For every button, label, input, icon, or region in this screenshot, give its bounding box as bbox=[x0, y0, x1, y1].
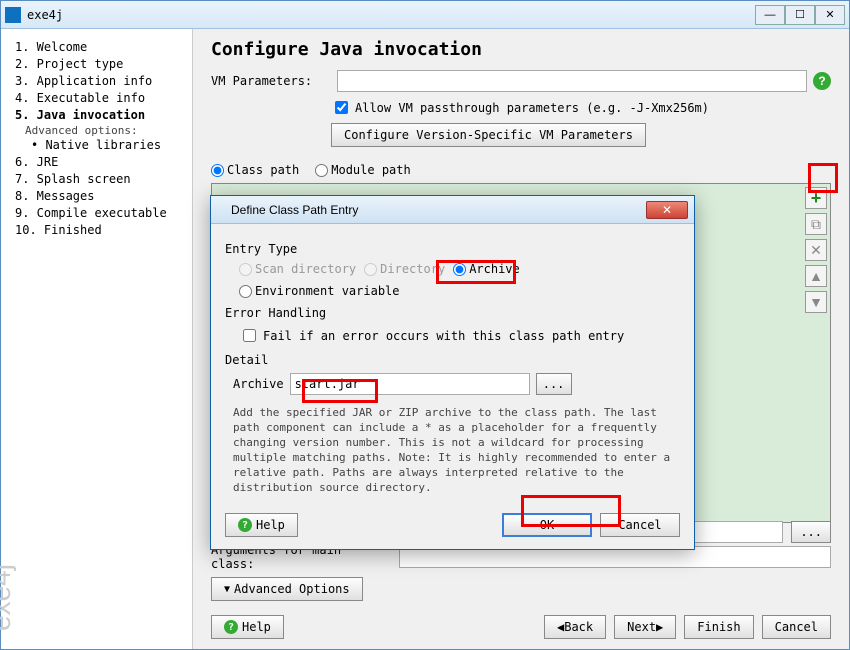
archive-field-label: Archive bbox=[233, 377, 284, 391]
ok-button[interactable]: OK bbox=[502, 513, 592, 537]
page-title: Configure Java invocation bbox=[211, 39, 831, 60]
detail-label: Detail bbox=[225, 353, 680, 367]
class-path-radio[interactable]: Class path bbox=[211, 163, 299, 177]
directory-radio: Directory bbox=[364, 262, 445, 276]
allow-passthrough-label: Allow VM passthrough parameters (e.g. -J… bbox=[355, 101, 709, 115]
archive-input[interactable] bbox=[290, 373, 530, 395]
maximize-button[interactable] bbox=[785, 5, 815, 25]
copy-icon[interactable]: ⧉ bbox=[805, 213, 827, 235]
close-button[interactable] bbox=[815, 5, 845, 25]
dialog-close-button[interactable]: ✕ bbox=[646, 201, 688, 219]
step-application-info[interactable]: 3. Application info bbox=[15, 73, 192, 90]
module-path-radio[interactable]: Module path bbox=[315, 163, 410, 177]
step-compile-executable[interactable]: 9. Compile executable bbox=[15, 205, 192, 222]
fail-on-error-checkbox[interactable] bbox=[243, 329, 256, 342]
app-icon bbox=[217, 203, 231, 217]
dialog-help-button[interactable]: ?Help bbox=[225, 513, 298, 537]
chevron-down-icon: ▼ bbox=[224, 584, 230, 595]
titlebar: exe4j bbox=[1, 1, 849, 29]
archive-radio[interactable]: Archive bbox=[453, 262, 520, 276]
define-classpath-dialog: Define Class Path Entry ✕ Entry Type Sca… bbox=[210, 195, 695, 550]
step-finished[interactable]: 10. Finished bbox=[15, 222, 192, 239]
step-java-invocation[interactable]: 5. Java invocation bbox=[15, 107, 192, 124]
advanced-options-button[interactable]: ▼Advanced Options bbox=[211, 577, 363, 601]
step-jre[interactable]: 6. JRE bbox=[15, 154, 192, 171]
window-title: exe4j bbox=[27, 8, 755, 22]
help-button[interactable]: ?Help bbox=[211, 615, 284, 639]
step-welcome[interactable]: 1. Welcome bbox=[15, 39, 192, 56]
move-up-icon[interactable]: ▲ bbox=[805, 265, 827, 287]
browse-button[interactable]: ... bbox=[536, 373, 572, 395]
environment-variable-radio[interactable]: Environment variable bbox=[239, 284, 400, 298]
step-splash-screen[interactable]: 7. Splash screen bbox=[15, 171, 192, 188]
add-icon[interactable]: + bbox=[805, 187, 827, 209]
allow-passthrough-checkbox[interactable] bbox=[335, 101, 348, 114]
step-executable-info[interactable]: 4. Executable info bbox=[15, 90, 192, 107]
description-text: Add the specified JAR or ZIP archive to … bbox=[233, 405, 673, 495]
advanced-options-label: Advanced options: bbox=[25, 124, 192, 137]
main-class-browse-button[interactable]: ... bbox=[791, 521, 831, 543]
step-messages[interactable]: 8. Messages bbox=[15, 188, 192, 205]
vm-parameters-input[interactable] bbox=[337, 70, 807, 92]
minimize-button[interactable] bbox=[755, 5, 785, 25]
dialog-title: Define Class Path Entry bbox=[231, 203, 646, 217]
brand-watermark: exe4j bbox=[0, 564, 17, 631]
error-handling-label: Error Handling bbox=[225, 306, 680, 320]
wizard-sidebar: 1. Welcome 2. Project type 3. Applicatio… bbox=[1, 29, 193, 649]
entry-type-label: Entry Type bbox=[225, 242, 680, 256]
configure-version-vm-button[interactable]: Configure Version-Specific VM Parameters bbox=[331, 123, 646, 147]
scan-directory-radio: Scan directory bbox=[239, 262, 356, 276]
help-icon[interactable]: ? bbox=[813, 72, 831, 90]
back-button[interactable]: ◀ Back bbox=[544, 615, 606, 639]
move-down-icon[interactable]: ▼ bbox=[805, 291, 827, 313]
advanced-native-libraries[interactable]: • Native libraries bbox=[31, 137, 192, 154]
dialog-titlebar: Define Class Path Entry ✕ bbox=[211, 196, 694, 224]
app-icon bbox=[5, 7, 21, 23]
finish-button[interactable]: Finish bbox=[684, 615, 753, 639]
vm-parameters-label: VM Parameters: bbox=[211, 74, 331, 88]
next-button[interactable]: Next ▶ bbox=[614, 615, 676, 639]
fail-on-error-label: Fail if an error occurs with this class … bbox=[263, 329, 624, 343]
delete-icon[interactable]: ✕ bbox=[805, 239, 827, 261]
dialog-cancel-button[interactable]: Cancel bbox=[600, 513, 680, 537]
cancel-button[interactable]: Cancel bbox=[762, 615, 831, 639]
step-project-type[interactable]: 2. Project type bbox=[15, 56, 192, 73]
